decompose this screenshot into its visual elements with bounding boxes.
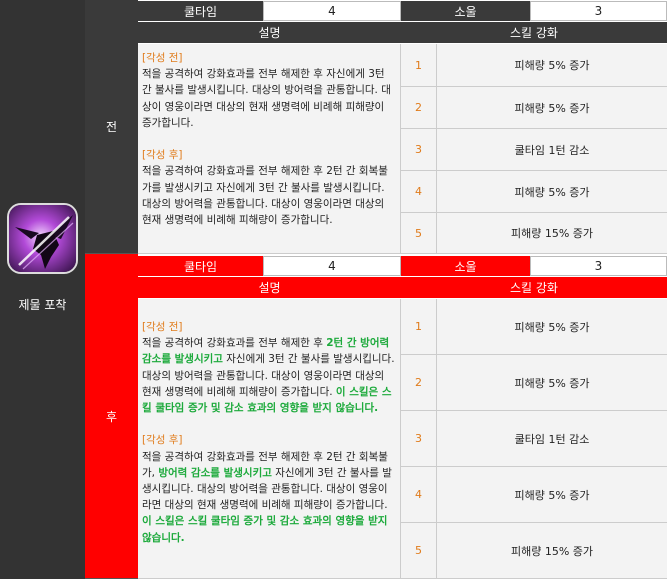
level-number: 4 (401, 171, 437, 212)
level-effect: 피해량 5% 증가 (514, 376, 590, 390)
cooldown-header: 쿨타임 (138, 256, 263, 276)
level-effect: 쿨타임 1턴 감소 (514, 432, 590, 446)
enhance-header: 스킬 강화 (401, 22, 667, 43)
highlight-segment: 이 스킬은 스킬 쿨타임 증가 및 감소 효과의 영향을 받지 않습니다. (142, 515, 388, 544)
enhance-row: 2 피해량 5% 증가 (401, 355, 667, 411)
description-box: [각성 전] 적을 공격하여 강화효과를 전부 해제한 후 자신에게 3턴 간 … (138, 44, 401, 254)
level-number: 2 (401, 87, 437, 128)
soul-value: 3 (530, 1, 667, 21)
awakening-after-text: 적을 공격하여 강화효과를 전부 해제한 후 2턴 간 회복불가, 방어력 감소… (142, 449, 396, 546)
enhance-row: 1 피해량 5% 증가 (401, 44, 667, 87)
level-effect: 피해량 5% 증가 (514, 101, 590, 115)
level-effect: 피해량 15% 증가 (510, 544, 594, 558)
enhance-row: 3 쿨타임 1턴 감소 (401, 129, 667, 171)
awakening-before-text: 적을 공격하여 강화효과를 전부 해제한 후 자신에게 3턴 간 불사를 발생시… (142, 68, 391, 129)
level-effect: 쿨타임 1턴 감소 (514, 143, 590, 157)
phase-after-label: 후 (85, 254, 138, 579)
level-number: 2 (401, 355, 437, 410)
awakening-before-title: [각성 전] (142, 321, 183, 333)
description-header: 설명 (138, 277, 401, 298)
level-number: 4 (401, 467, 437, 522)
level-number: 5 (401, 213, 437, 253)
text-segment: 적을 공격하여 강화효과를 전부 해제한 후 (142, 337, 327, 350)
skill-column (0, 0, 85, 579)
skill-name: 제물 포착 (18, 298, 67, 312)
level-effect: 피해량 5% 증가 (514, 488, 590, 502)
cooldown-value: 4 (263, 1, 401, 21)
cooldown-value: 4 (263, 256, 401, 276)
level-effect: 피해량 5% 증가 (514, 185, 590, 199)
awakening-before-title: [각성 전] (142, 52, 183, 64)
soul-header: 소울 (401, 1, 530, 21)
cooldown-header: 쿨타임 (138, 1, 263, 21)
enhance-row: 5 피해량 15% 증가 (401, 523, 667, 579)
awakening-after-text: 적을 공격하여 강화효과를 전부 해제한 후 2턴 간 회복불가를 발생시키고 … (142, 165, 388, 227)
awakening-before-text: 적을 공격하여 강화효과를 전부 해제한 후 2턴 간 방어력 감소를 발생시키… (142, 335, 396, 416)
description-box: [각성 전] 적을 공격하여 강화효과를 전부 해제한 후 2턴 간 방어력 감… (138, 299, 401, 579)
level-number: 3 (401, 129, 437, 170)
level-effect: 피해량 5% 증가 (514, 59, 590, 72)
enhance-row: 3 쿨타임 1턴 감소 (401, 411, 667, 467)
enhance-row: 5 피해량 15% 증가 (401, 213, 667, 254)
level-number: 1 (401, 299, 437, 354)
enhance-row: 1 피해량 5% 증가 (401, 299, 667, 355)
enhance-row: 4 피해량 5% 증가 (401, 467, 667, 523)
awakening-after-title: [각성 후] (142, 149, 183, 162)
highlight-segment: 방어력 감소를 발생시키고 (158, 466, 272, 479)
soul-header: 소울 (401, 256, 530, 276)
enhance-row: 4 피해량 5% 증가 (401, 171, 667, 213)
level-number: 3 (401, 411, 437, 466)
enhance-header: 스킬 강화 (401, 277, 667, 298)
winged-demon-skill-icon (7, 203, 78, 274)
description-header: 설명 (138, 22, 401, 43)
enhance-row: 2 피해량 5% 증가 (401, 87, 667, 129)
level-number: 5 (401, 523, 437, 578)
level-number: 1 (401, 44, 437, 86)
level-effect: 피해량 15% 증가 (510, 227, 594, 240)
phase-before-label: 전 (85, 0, 138, 254)
soul-value: 3 (530, 256, 667, 276)
awakening-after-title: [각성 후] (142, 434, 183, 447)
level-effect: 피해량 5% 증가 (514, 320, 590, 334)
